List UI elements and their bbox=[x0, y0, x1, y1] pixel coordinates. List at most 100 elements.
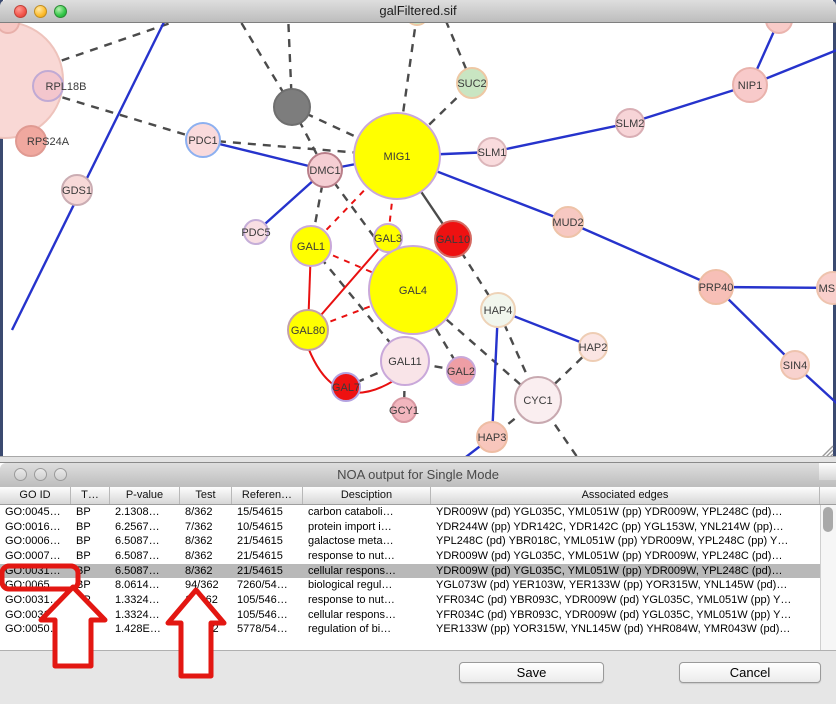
node-label: RPL18B bbox=[46, 81, 87, 93]
table-cell: GO:0031… bbox=[0, 608, 71, 623]
table-cell: 80/362 bbox=[180, 622, 232, 637]
node-label: MSL1 bbox=[819, 283, 836, 295]
table-cell: 1.428E… bbox=[110, 622, 180, 637]
network-edge bbox=[630, 85, 750, 123]
node-label: GAL11 bbox=[388, 356, 421, 368]
table-cell: 8/362 bbox=[180, 505, 232, 520]
table-cell: BP bbox=[71, 549, 110, 564]
table-cell: YFR034C (pd) YBR093C, YDR009W (pd) YGL03… bbox=[431, 593, 820, 608]
table-cell: BP bbox=[71, 564, 110, 579]
table-cell: 2.1308… bbox=[110, 505, 180, 520]
table-cell: BP bbox=[71, 608, 110, 623]
noa-window-title: NOA output for Single Mode bbox=[0, 467, 836, 482]
node-label: GAL80 bbox=[291, 325, 325, 337]
table-row[interactable]: GO:0065…BP8.0614…94/3627260/54…biologica… bbox=[0, 578, 820, 593]
network-svg: RPL18BRPS24AGDS1PDC1DMC1MIG1SUC2NIP1SLM2… bbox=[0, 0, 836, 456]
table-cell: 8.0614… bbox=[110, 578, 180, 593]
table-cell: BP bbox=[71, 593, 110, 608]
table-cell: galactose meta… bbox=[303, 534, 431, 549]
node-label: SLM2 bbox=[616, 118, 645, 130]
table-cell: 8/362 bbox=[180, 564, 232, 579]
table-cell: 6.2567… bbox=[110, 520, 180, 535]
table-cell: 1.3324… bbox=[110, 593, 180, 608]
screen: RPL18BRPS24AGDS1PDC1DMC1MIG1SUC2NIP1SLM2… bbox=[0, 0, 836, 704]
table-cell: 11/362 bbox=[180, 608, 232, 623]
node-label: NIP1 bbox=[738, 80, 762, 92]
table-cell: BP bbox=[71, 534, 110, 549]
column-header-3[interactable]: Test bbox=[180, 487, 232, 504]
table-cell: YDR009W (pd) YGL035C, YML051W (pp) YDR00… bbox=[431, 549, 820, 564]
vertical-scrollbar[interactable] bbox=[820, 505, 836, 650]
table-header: GO IDT…P-valueTestReferen…DesciptionAsso… bbox=[0, 487, 836, 505]
node-label: DMC1 bbox=[309, 165, 340, 177]
node-label: HAP4 bbox=[484, 305, 513, 317]
table-row[interactable]: GO:0031…BP6.5087…8/36221/54615cellular r… bbox=[0, 564, 820, 579]
column-header-1[interactable]: T… bbox=[71, 487, 110, 504]
column-header-4[interactable]: Referen… bbox=[232, 487, 303, 504]
table-row[interactable]: GO:0006…BP6.5087…8/36221/54615galactose … bbox=[0, 534, 820, 549]
noa-output-window: NOA output for Single Mode GO IDT…P-valu… bbox=[0, 462, 836, 704]
network-edge bbox=[492, 123, 630, 152]
table-footer: Save Cancel bbox=[0, 650, 836, 704]
node-unlabeled[interactable] bbox=[274, 89, 310, 125]
table-cell: 7/362 bbox=[180, 520, 232, 535]
table-cell: carbon cataboli… bbox=[303, 505, 431, 520]
column-header-5[interactable]: Desciption bbox=[303, 487, 431, 504]
table-row[interactable]: GO:0016…BP6.2567…7/36210/54615protein im… bbox=[0, 520, 820, 535]
table-cell: 21/54615 bbox=[232, 549, 303, 564]
node-label: GCY1 bbox=[389, 405, 419, 417]
table-cell: YDR009W (pd) YGL035C, YML051W (pp) YDR00… bbox=[431, 505, 820, 520]
node-label: PRP40 bbox=[699, 282, 734, 294]
node-label: GAL4 bbox=[399, 285, 427, 297]
table-cell: BP bbox=[71, 578, 110, 593]
table-cell: 21/54615 bbox=[232, 534, 303, 549]
network-canvas[interactable]: RPL18BRPS24AGDS1PDC1DMC1MIG1SUC2NIP1SLM2… bbox=[0, 0, 836, 456]
table-cell: YDR244W (pp) YDR142C, YDR142C (pp) YGL15… bbox=[431, 520, 820, 535]
table-cell: GO:0050… bbox=[0, 622, 71, 637]
node-label: GAL2 bbox=[447, 366, 475, 378]
table-row[interactable]: GO:0050…BP1.428E…80/3625778/54…regulatio… bbox=[0, 622, 820, 637]
column-header-0[interactable]: GO ID bbox=[0, 487, 71, 504]
table-cell: cellular respons… bbox=[303, 608, 431, 623]
node-label: SLM1 bbox=[478, 147, 507, 159]
table-cell: BP bbox=[71, 505, 110, 520]
table-body: GO:0045…BP2.1308…8/36215/54615carbon cat… bbox=[0, 505, 820, 637]
node-label: GAL3 bbox=[374, 233, 402, 245]
node-label: GAL1 bbox=[297, 241, 325, 253]
table-cell: GO:0065… bbox=[0, 578, 71, 593]
noa-window-titlebar[interactable]: NOA output for Single Mode bbox=[0, 463, 836, 488]
node-label: MIG1 bbox=[384, 151, 411, 163]
cancel-button[interactable]: Cancel bbox=[679, 662, 821, 683]
table-cell: response to nut… bbox=[303, 593, 431, 608]
node-label: PDC5 bbox=[241, 227, 270, 239]
table-row[interactable]: GO:0045…BP2.1308…8/36215/54615carbon cat… bbox=[0, 505, 820, 520]
table-cell: cellular respons… bbox=[303, 564, 431, 579]
table-cell: 8/362 bbox=[180, 549, 232, 564]
column-header-2[interactable]: P-value bbox=[110, 487, 180, 504]
table-row[interactable]: GO:0031…BP1.3324…11/362105/546…response … bbox=[0, 593, 820, 608]
node-label: PDC1 bbox=[188, 135, 217, 147]
node-label: GDS1 bbox=[62, 185, 92, 197]
table-empty-area bbox=[0, 637, 820, 650]
node-label: HAP2 bbox=[579, 342, 608, 354]
node-label: SIN4 bbox=[783, 360, 807, 372]
table-row[interactable]: GO:0007…BP6.5087…8/36221/54615response t… bbox=[0, 549, 820, 564]
column-header-6[interactable]: Associated edges bbox=[431, 487, 820, 504]
node-label: GAL10 bbox=[436, 234, 470, 246]
table-cell: GO:0006… bbox=[0, 534, 71, 549]
table-cell: 6.5087… bbox=[110, 534, 180, 549]
table-cell: 6.5087… bbox=[110, 549, 180, 564]
table-cell: 94/362 bbox=[180, 578, 232, 593]
table-cell: GO:0031… bbox=[0, 593, 71, 608]
table-cell: 15/54615 bbox=[232, 505, 303, 520]
table-cell: YPL248C (pd) YBR018C, YML051W (pp) YDR00… bbox=[431, 534, 820, 549]
table-row[interactable]: GO:0031…BP1.3324…11/362105/546…cellular … bbox=[0, 608, 820, 623]
table-cell: 7260/54… bbox=[232, 578, 303, 593]
node-label: RPS24A bbox=[27, 136, 70, 148]
save-button[interactable]: Save bbox=[459, 662, 604, 683]
table-cell: YGL073W (pd) YER103W, YER133W (pp) YOR31… bbox=[431, 578, 820, 593]
scrollbar-thumb[interactable] bbox=[823, 507, 833, 532]
table-cell: response to nut… bbox=[303, 549, 431, 564]
node-label: MUD2 bbox=[552, 217, 583, 229]
graph-window-titlebar[interactable]: galFiltered.sif bbox=[0, 0, 836, 23]
